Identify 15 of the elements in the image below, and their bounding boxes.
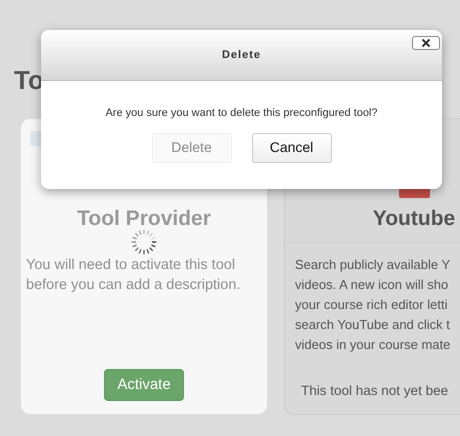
- dialog-title: Delete: [222, 48, 262, 63]
- description-line: your course rich editor letti: [294, 296, 448, 314]
- description-line: before you can add a description.: [25, 276, 242, 295]
- status-text: This tool has not yet bee: [301, 382, 448, 400]
- close-icon: [421, 38, 431, 48]
- cancel-button[interactable]: Cancel: [252, 132, 332, 162]
- description-line: Search publicly available Y: [294, 256, 452, 274]
- dialog-message: Are you sure you want to delete this preconfigured tool?: [104, 106, 379, 121]
- description-line: search YouTube and click t: [294, 316, 451, 334]
- description-line: You will need to activate this tool: [25, 256, 236, 275]
- description-line: videos in your course mate: [294, 336, 452, 354]
- close-button[interactable]: [412, 36, 440, 50]
- tool-title: Tool Provider: [77, 206, 211, 232]
- description-line: videos. A new icon will sho: [294, 276, 450, 294]
- tool-title: Youtube: [372, 206, 456, 232]
